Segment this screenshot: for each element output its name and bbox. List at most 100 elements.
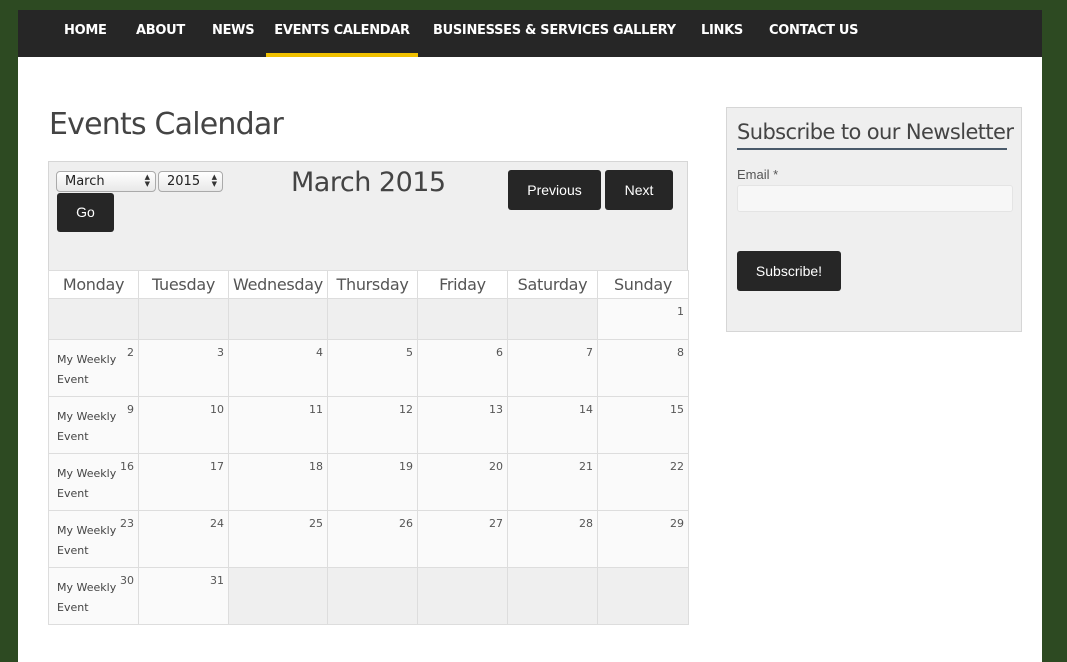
weekday-saturday: Saturday (507, 270, 598, 299)
calendar-day-cell: 23 My Weekly Event (48, 510, 139, 568)
nav-home[interactable]: HOME (64, 10, 107, 57)
calendar-header: March ▲ ▼ 2015 ▲ ▼ Go March 2015 Previous … (48, 161, 688, 271)
weekday-wednesday: Wednesday (228, 270, 328, 299)
calendar-day-cell: 26 (327, 510, 418, 568)
calendar-day-cell: 29 (597, 510, 689, 568)
day-number: 13 (489, 403, 503, 416)
main-nav: HOME ABOUT NEWS EVENTS CALENDAR BUSINESS… (18, 10, 1042, 57)
calendar-day-cell: 22 (597, 453, 689, 511)
calendar-day-cell: 2 My Weekly Event (48, 339, 139, 397)
month-select[interactable]: March ▲ ▼ (56, 171, 156, 192)
day-number: 28 (579, 517, 593, 530)
email-label: Email * (737, 167, 779, 182)
nav-links[interactable]: LINKS (701, 10, 743, 57)
calendar-empty-cell (597, 567, 689, 625)
newsletter-title: Subscribe to our Newsletter (737, 120, 1014, 150)
calendar-day-cell: 21 (507, 453, 598, 511)
nav-businesses-services[interactable]: BUSINESSES & SERVICES (433, 10, 609, 57)
calendar-week-row: 16 My Weekly Event 17 18 19 20 21 22 (48, 453, 689, 511)
calendar-day-cell: 1 (597, 298, 689, 340)
day-number: 31 (210, 574, 224, 587)
day-number: 6 (496, 346, 503, 359)
weekday-tuesday: Tuesday (138, 270, 229, 299)
day-number: 16 (120, 460, 134, 473)
calendar-day-cell: 16 My Weekly Event (48, 453, 139, 511)
calendar-day-cell: 14 (507, 396, 598, 454)
calendar-week-row: 23 My Weekly Event 24 25 26 27 28 29 (48, 510, 689, 568)
day-number: 24 (210, 517, 224, 530)
calendar-day-cell: 19 (327, 453, 418, 511)
calendar-day-cell: 24 (138, 510, 229, 568)
calendar-day-cell: 3 (138, 339, 229, 397)
month-select-value: March (65, 174, 105, 189)
calendar-empty-cell (507, 567, 598, 625)
calendar-day-cell: 7 (507, 339, 598, 397)
year-select-value: 2015 (167, 174, 201, 189)
weekday-thursday: Thursday (327, 270, 418, 299)
day-number: 12 (399, 403, 413, 416)
calendar-empty-cell (417, 567, 508, 625)
nav-contact-us[interactable]: CONTACT US (769, 10, 859, 57)
calendar-day-cell: 17 (138, 453, 229, 511)
next-button[interactable]: Next (605, 170, 673, 210)
calendar-empty-cell (327, 298, 418, 340)
previous-button[interactable]: Previous (508, 170, 601, 210)
calendar-empty-cell (417, 298, 508, 340)
calendar-day-cell: 30 My Weekly Event (48, 567, 139, 625)
nav-news[interactable]: NEWS (212, 10, 255, 57)
event-link[interactable]: My Weekly Event (57, 407, 119, 447)
day-number: 29 (670, 517, 684, 530)
email-input[interactable] (737, 185, 1013, 212)
newsletter-widget: Subscribe to our Newsletter Email * Subs… (726, 107, 1022, 332)
day-number: 7 (586, 346, 593, 359)
day-number: 10 (210, 403, 224, 416)
event-link[interactable]: My Weekly Event (57, 464, 119, 504)
calendar-empty-cell (327, 567, 418, 625)
calendar-week-row: 1 (48, 298, 689, 340)
calendar-week-row: 30 My Weekly Event 31 (48, 567, 689, 625)
weekday-sunday: Sunday (597, 270, 689, 299)
day-number: 26 (399, 517, 413, 530)
page-title: Events Calendar (49, 107, 284, 142)
event-link[interactable]: My Weekly Event (57, 350, 119, 390)
event-link[interactable]: My Weekly Event (57, 578, 119, 618)
page-content: Events Calendar March ▲ ▼ 2015 ▲ ▼ Go Marc… (18, 57, 1042, 662)
day-number: 14 (579, 403, 593, 416)
calendar-day-cell: 13 (417, 396, 508, 454)
calendar-day-cell: 15 (597, 396, 689, 454)
day-number: 1 (677, 305, 684, 318)
day-number: 17 (210, 460, 224, 473)
calendar-week-row: 2 My Weekly Event 3 4 5 6 7 8 (48, 339, 689, 397)
subscribe-button[interactable]: Subscribe! (737, 251, 841, 291)
calendar-day-cell: 8 (597, 339, 689, 397)
year-select[interactable]: 2015 ▲ ▼ (158, 171, 223, 192)
calendar-day-cell: 6 (417, 339, 508, 397)
nav-events-calendar[interactable]: EVENTS CALENDAR (266, 10, 418, 57)
day-number: 4 (316, 346, 323, 359)
event-link[interactable]: My Weekly Event (57, 521, 119, 561)
calendar-day-cell: 12 (327, 396, 418, 454)
nav-about[interactable]: ABOUT (136, 10, 185, 57)
weekday-friday: Friday (417, 270, 508, 299)
calendar-day-cell: 5 (327, 339, 418, 397)
day-number: 30 (120, 574, 134, 587)
day-number: 22 (670, 460, 684, 473)
day-number: 23 (120, 517, 134, 530)
calendar-day-cell: 27 (417, 510, 508, 568)
calendar-empty-cell (228, 298, 328, 340)
go-button[interactable]: Go (57, 193, 114, 232)
select-arrows-icon: ▲ ▼ (144, 173, 150, 188)
day-number: 25 (309, 517, 323, 530)
calendar-empty-cell (228, 567, 328, 625)
day-number: 20 (489, 460, 503, 473)
nav-gallery[interactable]: GALLERY (613, 10, 676, 57)
calendar-day-cell: 28 (507, 510, 598, 568)
select-arrows-icon: ▲ ▼ (211, 173, 217, 188)
calendar-day-cell: 31 (138, 567, 229, 625)
calendar-empty-cell (138, 298, 229, 340)
calendar-month-title: March 2015 (291, 167, 446, 198)
day-number: 11 (309, 403, 323, 416)
day-number: 15 (670, 403, 684, 416)
day-number: 9 (127, 403, 134, 416)
day-number: 5 (406, 346, 413, 359)
